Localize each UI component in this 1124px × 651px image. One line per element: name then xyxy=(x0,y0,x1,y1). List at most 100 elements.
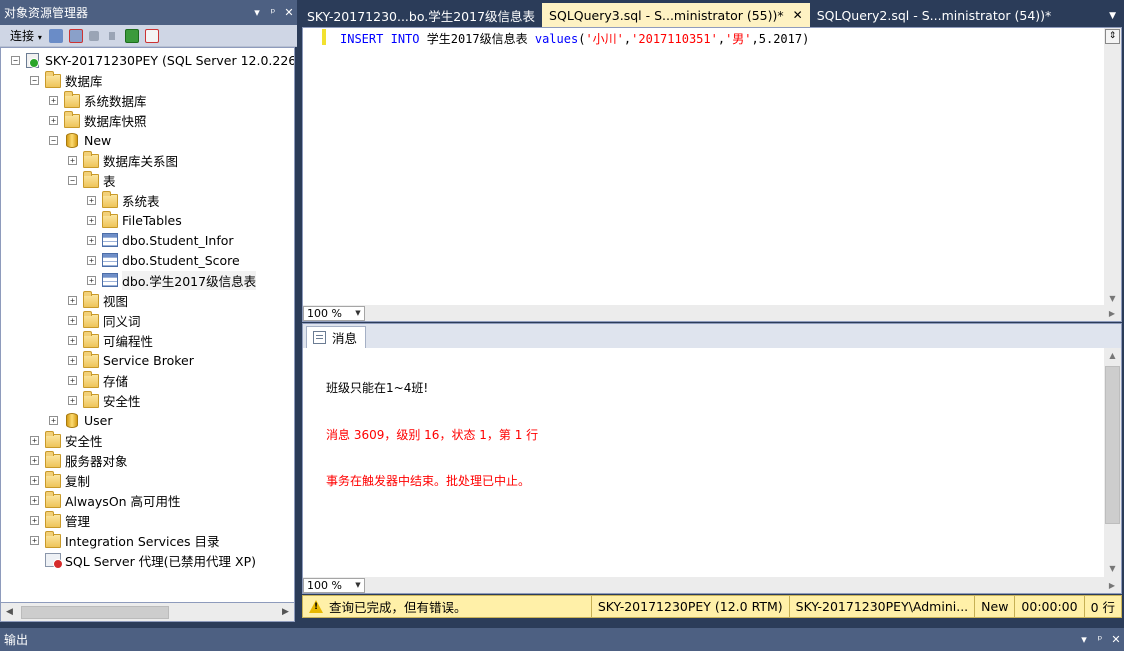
scroll-right-icon[interactable]: ▶ xyxy=(277,607,294,617)
expand-icon[interactable]: + xyxy=(68,395,77,405)
tree-node-label: dbo.学生2017级信息表 xyxy=(122,270,257,290)
tree-node[interactable]: + 同义词 xyxy=(68,310,141,330)
scroll-down-icon[interactable]: ▼ xyxy=(1104,294,1121,303)
results-pane: 消息 班级只能在1~4班! 消息 3609，级别 16，状态 1，第 1 行 事… xyxy=(302,323,1122,594)
activity-monitor-icon[interactable] xyxy=(144,28,159,43)
folder-icon xyxy=(45,531,61,548)
object-explorer-hscrollbar[interactable]: ◀ ▶ xyxy=(0,603,295,622)
expand-icon[interactable]: + xyxy=(68,295,77,305)
tree-node[interactable]: − 表 xyxy=(68,170,116,190)
collapse-icon[interactable]: − xyxy=(11,55,20,65)
close-tab-icon[interactable]: ✕ xyxy=(793,8,803,22)
collapse-icon[interactable]: − xyxy=(68,175,77,185)
tree-node[interactable]: + 数据库快照 xyxy=(49,110,147,130)
results-zoom-select[interactable]: 100 % ▼ xyxy=(303,577,365,593)
scroll-thumb[interactable] xyxy=(21,605,169,619)
scroll-right-icon[interactable]: ▶ xyxy=(1109,309,1115,318)
collapse-icon[interactable]: − xyxy=(49,135,58,145)
tree-node[interactable]: + 系统数据库 xyxy=(49,90,147,110)
folder-icon xyxy=(83,371,99,388)
expand-icon[interactable]: + xyxy=(68,155,77,165)
filter-icon[interactable] xyxy=(104,28,119,43)
tree-node[interactable]: + 管理 xyxy=(30,510,90,530)
expand-icon[interactable]: + xyxy=(68,335,77,345)
tree-node[interactable]: − SKY-20171230PEY (SQL Server 12.0.2269 - xyxy=(11,50,294,70)
folder-icon xyxy=(83,391,99,408)
folder-icon xyxy=(45,71,61,88)
editor-zoom-select[interactable]: 100 % ▼ xyxy=(303,305,365,321)
close-panel-icon[interactable]: ✕ xyxy=(281,6,297,19)
tree-node[interactable]: + 可编程性 xyxy=(68,330,153,350)
close-panel-icon[interactable]: ✕ xyxy=(1108,633,1124,646)
tree-node[interactable]: + dbo.学生2017级信息表 xyxy=(87,270,257,290)
tree-node[interactable]: + 存储 xyxy=(68,370,128,390)
tree-node[interactable]: + Service Broker xyxy=(68,350,194,370)
auto-hide-pin-icon[interactable]: ᵖ xyxy=(1092,633,1108,646)
code-token: INSERT xyxy=(340,32,384,46)
tree-node[interactable]: + 系统表 xyxy=(87,190,160,210)
status-elapsed: 00:00:00 xyxy=(1014,596,1083,617)
expand-icon[interactable]: + xyxy=(30,495,39,505)
tree-node[interactable]: − New xyxy=(49,130,111,150)
expand-icon[interactable]: + xyxy=(49,415,58,425)
query-editor[interactable]: INSERT INTO 学生2017级信息表 values('小川','2017… xyxy=(302,27,1122,322)
expand-icon[interactable]: + xyxy=(49,115,58,125)
expand-icon[interactable]: + xyxy=(30,455,39,465)
tree-node-label: 安全性 xyxy=(103,393,141,409)
code-token: '2017110351' xyxy=(631,32,718,46)
expand-icon[interactable]: + xyxy=(68,375,77,385)
disconnect-server-icon[interactable] xyxy=(68,28,83,43)
tree-node[interactable]: + FileTables xyxy=(87,210,182,230)
expand-icon[interactable]: + xyxy=(87,255,96,265)
expand-icon[interactable]: + xyxy=(30,475,39,485)
tab-list-dropdown-icon[interactable]: ▼ xyxy=(1109,11,1124,27)
stop-icon[interactable] xyxy=(88,30,99,41)
scroll-up-icon[interactable]: ▲ xyxy=(1104,348,1121,364)
tree-node[interactable]: + 安全性 xyxy=(30,430,103,450)
scroll-down-icon[interactable]: ▼ xyxy=(1104,561,1121,577)
expand-icon[interactable]: + xyxy=(87,275,96,285)
tree-node[interactable]: + 复制 xyxy=(30,470,90,490)
tree-node[interactable]: + dbo.Student_Score xyxy=(87,250,240,270)
tree-node[interactable]: − 数据库 xyxy=(30,70,103,90)
scroll-thumb[interactable] xyxy=(1105,366,1120,524)
code-line[interactable]: INSERT INTO 学生2017级信息表 values('小川','2017… xyxy=(340,30,809,47)
connect-button[interactable]: 连接 ▾ xyxy=(6,27,46,44)
tree-node[interactable]: + Integration Services 目录 xyxy=(30,530,220,550)
tree-node[interactable]: + 安全性 xyxy=(68,390,141,410)
expand-icon[interactable]: + xyxy=(30,435,39,445)
tree-node[interactable]: + User xyxy=(49,410,113,430)
results-vscrollbar[interactable]: ▲ ▼ xyxy=(1104,348,1121,577)
split-editor-icon[interactable]: ⇕ xyxy=(1105,29,1120,44)
tree-node[interactable]: + 数据库关系图 xyxy=(68,150,178,170)
expand-icon[interactable]: + xyxy=(30,515,39,525)
tab-table-design[interactable]: SKY-20171230...bo.学生2017级信息表 xyxy=(300,3,542,27)
table-icon xyxy=(102,273,118,287)
auto-hide-pin-icon[interactable]: ᵖ xyxy=(265,6,281,19)
tree-node[interactable]: + 视图 xyxy=(68,290,128,310)
tab-sqlquery3[interactable]: SQLQuery3.sql - S...ministrator (55))* ✕ xyxy=(542,3,810,27)
collapse-icon[interactable]: − xyxy=(30,75,39,85)
tab-messages[interactable]: 消息 xyxy=(306,326,367,348)
tree-node[interactable]: + dbo.Student_Infor xyxy=(87,230,234,250)
expand-icon[interactable]: + xyxy=(87,195,96,205)
code-token: '小川' xyxy=(585,32,624,46)
tree-node[interactable]: + 服务器对象 xyxy=(30,450,128,470)
window-position-icon[interactable]: ▾ xyxy=(1076,633,1092,646)
tab-sqlquery2[interactable]: SQLQuery2.sql - S...ministrator (54))* xyxy=(810,3,1059,27)
scroll-right-icon[interactable]: ▶ xyxy=(1109,581,1115,590)
scroll-left-icon[interactable]: ◀ xyxy=(1,607,18,617)
window-position-icon[interactable]: ▾ xyxy=(249,6,265,19)
expand-icon[interactable]: + xyxy=(68,355,77,365)
tree-node[interactable]: + AlwaysOn 高可用性 xyxy=(30,490,181,510)
expand-icon[interactable]: + xyxy=(68,315,77,325)
tree-node[interactable]: SQL Server 代理(已禁用代理 XP) xyxy=(30,550,256,570)
editor-vscrollbar[interactable]: ⇕ ▼ xyxy=(1104,28,1121,306)
expand-icon[interactable]: + xyxy=(87,235,96,245)
expand-icon[interactable]: + xyxy=(87,215,96,225)
expand-icon[interactable]: + xyxy=(30,535,39,545)
refresh-icon[interactable] xyxy=(124,28,139,43)
connect-server-icon[interactable] xyxy=(48,28,63,43)
expand-icon[interactable]: + xyxy=(49,95,58,105)
